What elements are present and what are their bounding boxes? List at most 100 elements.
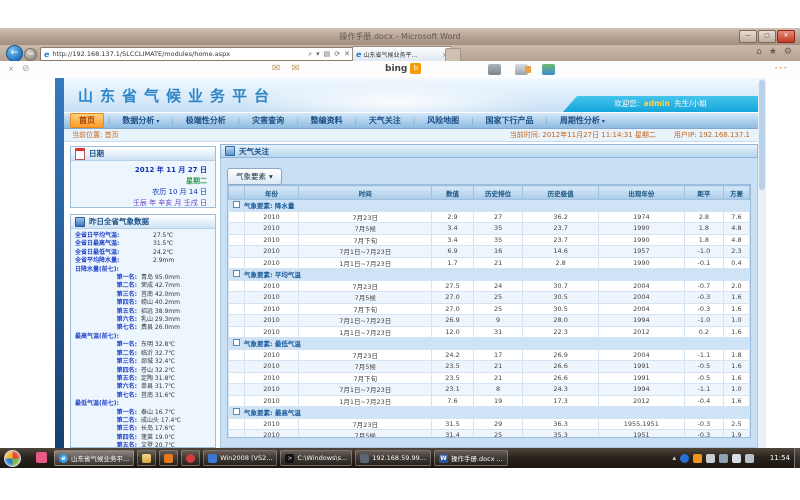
nav-item-3[interactable]: 灾害查询	[244, 114, 292, 127]
table-group-row[interactable]: 气象要素: 平均气温	[229, 269, 750, 281]
page-icon[interactable]: ▤	[324, 50, 331, 59]
cell-1: 7月5候	[299, 430, 432, 439]
nav-item-8[interactable]: 周期性分析▾	[552, 114, 613, 127]
taskbar-button-vs[interactable]: Win2008 (VS2...	[203, 450, 277, 466]
table-group-row[interactable]: 气象要素: 降水量	[229, 200, 750, 212]
taskbar-button-console[interactable]: >C:\Windows\s...	[280, 450, 352, 466]
element-filter-button[interactable]: 气象要素 ▾	[227, 168, 282, 185]
browser-tab[interactable]: e 山东省气候业务平... ×	[352, 46, 452, 62]
table-row[interactable]: 20107月23日27.52430.72004-0.72.0	[229, 280, 750, 292]
cell-2: 23.5	[432, 372, 474, 384]
rank-row: 第七名:莒南 31.6℃	[75, 392, 211, 400]
mail-icon[interactable]: ✉ ✉	[272, 63, 304, 74]
taskbar-button-word[interactable]: W操作手册.docx ...	[434, 450, 508, 466]
more-icon[interactable]: •••	[774, 65, 788, 72]
table-row[interactable]: 20107月下旬23.52126.61991-0.51.6	[229, 372, 750, 384]
bing-icon: b	[410, 63, 421, 74]
rank-value: 东明 32.8℃	[141, 341, 175, 349]
network-icon[interactable]	[732, 454, 741, 463]
star-icon[interactable]: ★	[769, 47, 777, 57]
assistant-icon[interactable]	[515, 64, 528, 75]
nav-item-5[interactable]: 天气关注	[361, 114, 409, 127]
table-row[interactable]: 20107月5候3.43523.719901.84.8	[229, 223, 750, 235]
cell-0: 2010	[244, 326, 299, 338]
nav-item-1[interactable]: 数据分析▾	[114, 114, 167, 127]
stop-icon[interactable]: ✕	[344, 50, 350, 59]
expand-checkbox-icon[interactable]	[233, 408, 240, 415]
table-row[interactable]: 20101月1日~7月23日7.61917.32012-0.41.6	[229, 395, 750, 407]
speaker-icon[interactable]	[745, 454, 754, 463]
table-row[interactable]: 20101月1日~7月23日12.03122.320120.21.6	[229, 326, 750, 338]
cell-5: 2004	[598, 280, 684, 292]
taskbar-button-folder[interactable]	[137, 450, 156, 466]
taskbar-clock[interactable]: 11:54	[770, 448, 790, 468]
nav-item-2[interactable]: 极端性分析	[178, 114, 234, 127]
tray-expand-icon[interactable]: ▴	[672, 452, 676, 464]
page-scrollbar[interactable]	[758, 78, 766, 448]
monitor-icon[interactable]	[719, 454, 728, 463]
taskbar-button-orange-app[interactable]	[159, 450, 178, 466]
cell-1: 7月下旬	[299, 372, 432, 384]
chevron-down-icon[interactable]: ▾	[316, 50, 320, 59]
table-group-row[interactable]: 气象要素: 最高气温	[229, 407, 750, 419]
nav-separator: |	[471, 117, 473, 125]
rank-value: 单县 31.7℃	[141, 383, 175, 391]
nav-item-4[interactable]: 整编资料	[302, 114, 350, 127]
ime-icon[interactable]	[680, 454, 689, 463]
table-row[interactable]: 20107月5候31.42535.31951-0.31.9	[229, 430, 750, 439]
nav-item-7[interactable]: 国家下行产品	[478, 114, 542, 127]
gear-icon[interactable]: ⚙	[784, 47, 792, 57]
table-row[interactable]: 20107月23日2.92736.219742.87.6	[229, 211, 750, 223]
start-button[interactable]	[4, 450, 21, 467]
nav-item-6[interactable]: 风险地图	[419, 114, 467, 127]
show-desktop-button[interactable]	[794, 448, 800, 468]
table-row[interactable]: 20107月5候23.52126.61991-0.51.6	[229, 361, 750, 373]
weather-panel-title: 昨日全省气象数据	[89, 216, 149, 227]
table-row[interactable]: 20107月下旬27.02530.52004-0.31.6	[229, 303, 750, 315]
row-check-cell	[229, 234, 245, 246]
table-row[interactable]: 20107月1日~7月23日26.9928.01994-1.01.0	[229, 315, 750, 327]
close-button[interactable]: ✕	[777, 30, 795, 43]
column-header-2: 数值	[432, 186, 474, 200]
address-bar[interactable]: e http://192.168.137.1/SLCCLIMATE/module…	[40, 47, 354, 61]
taskbar-button-media[interactable]	[181, 450, 200, 466]
pinned-app-icon[interactable]	[36, 452, 47, 463]
row-check-cell	[229, 430, 245, 439]
expand-checkbox-icon[interactable]	[233, 270, 240, 277]
expand-checkbox-icon[interactable]	[233, 339, 240, 346]
search-icon[interactable]: ⌕	[308, 50, 312, 59]
table-group-row[interactable]: 气象要素: 最低气温	[229, 338, 750, 350]
scrollbar-thumb[interactable]	[759, 80, 765, 190]
maximize-button[interactable]: ▢	[758, 30, 776, 43]
table-row[interactable]: 20107月下旬3.43523.719901.84.8	[229, 234, 750, 246]
globe-icon[interactable]	[542, 64, 555, 75]
close-icon[interactable]: ×	[8, 65, 14, 73]
home-icon[interactable]: ⌂	[756, 47, 762, 57]
table-row[interactable]: 20107月5候27.02530.52004-0.31.6	[229, 292, 750, 304]
bing-logo[interactable]: bing b	[385, 63, 421, 74]
cell-1: 7月5候	[299, 361, 432, 373]
table-row[interactable]: 20107月23日31.52936.31955,1951-0.32.5	[229, 418, 750, 430]
taskbar-button-ie[interactable]: e山东省气候业务平...	[54, 450, 134, 466]
table-row[interactable]: 20107月1日~7月23日6.91614.61957-1.02.3	[229, 246, 750, 258]
cell-3: 8	[473, 384, 522, 396]
table-row[interactable]: 20107月23日24.21726.92004-1.11.8	[229, 349, 750, 361]
expand-checkbox-icon[interactable]	[233, 201, 240, 208]
chevron-down-icon: ▾	[269, 172, 273, 181]
table-row[interactable]: 20107月1日~7月23日23.1824.31994-1.11.0	[229, 384, 750, 396]
refresh-icon[interactable]: ⟳	[334, 50, 340, 59]
nav-item-0[interactable]: 首页	[70, 113, 104, 128]
date-ganzhi: 壬辰 年 辛亥 月 壬戌 日	[71, 198, 207, 209]
forward-button[interactable]: →	[24, 48, 37, 61]
date-gregorian: 2012 年 11 月 27 日	[71, 165, 207, 176]
column-header-6: 距平	[684, 186, 723, 200]
taskbar-button-remote[interactable]: 192.168.59.99...	[355, 450, 431, 466]
rank-label: 第三名:	[75, 425, 137, 433]
back-button[interactable]: ←	[6, 45, 23, 62]
flag-icon[interactable]	[706, 454, 715, 463]
camera-icon[interactable]	[488, 64, 501, 75]
url-text[interactable]: http://192.168.137.1/SLCCLIMATE/modules/…	[52, 50, 305, 58]
minimize-button[interactable]: —	[739, 30, 757, 43]
table-row[interactable]: 20101月1日~7月23日1.7212.81990-0.10.4	[229, 257, 750, 269]
fox-icon[interactable]	[693, 454, 702, 463]
